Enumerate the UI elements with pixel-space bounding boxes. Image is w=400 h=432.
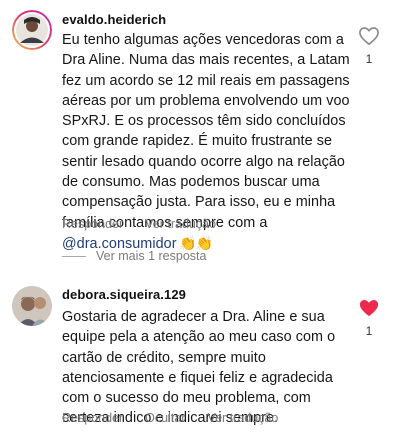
like-count: 1 [365,324,373,338]
avatar[interactable] [12,286,52,326]
hide-button[interactable]: Ocultar [145,411,185,425]
comment-username[interactable]: evaldo.heiderich [62,12,166,27]
like-button[interactable] [358,26,380,46]
reply-button[interactable]: Responder [62,217,123,231]
translate-button[interactable]: Ver tradução [145,217,216,231]
translate-button[interactable]: Ver tradução [207,411,278,425]
comment-actions: Responder Ver tradução [62,217,216,231]
like-button[interactable] [358,298,380,318]
reply-button[interactable]: Responder [62,411,123,425]
like-count: 1 [365,52,373,66]
comment-actions: Responder Ocultar Ver tradução [62,411,278,425]
view-replies-label: Ver mais 1 resposta [96,249,207,263]
comment-username[interactable]: debora.siqueira.129 [62,287,186,302]
view-replies-button[interactable]: Ver mais 1 resposta [62,249,206,263]
avatar-image [12,10,52,50]
avatar[interactable] [12,10,52,50]
replies-divider [62,255,86,257]
heart-icon [359,300,379,317]
heart-icon [359,27,379,45]
comment-text-body: Eu tenho algumas ações vencedoras com a … [62,32,350,231]
avatar-image [12,286,52,326]
